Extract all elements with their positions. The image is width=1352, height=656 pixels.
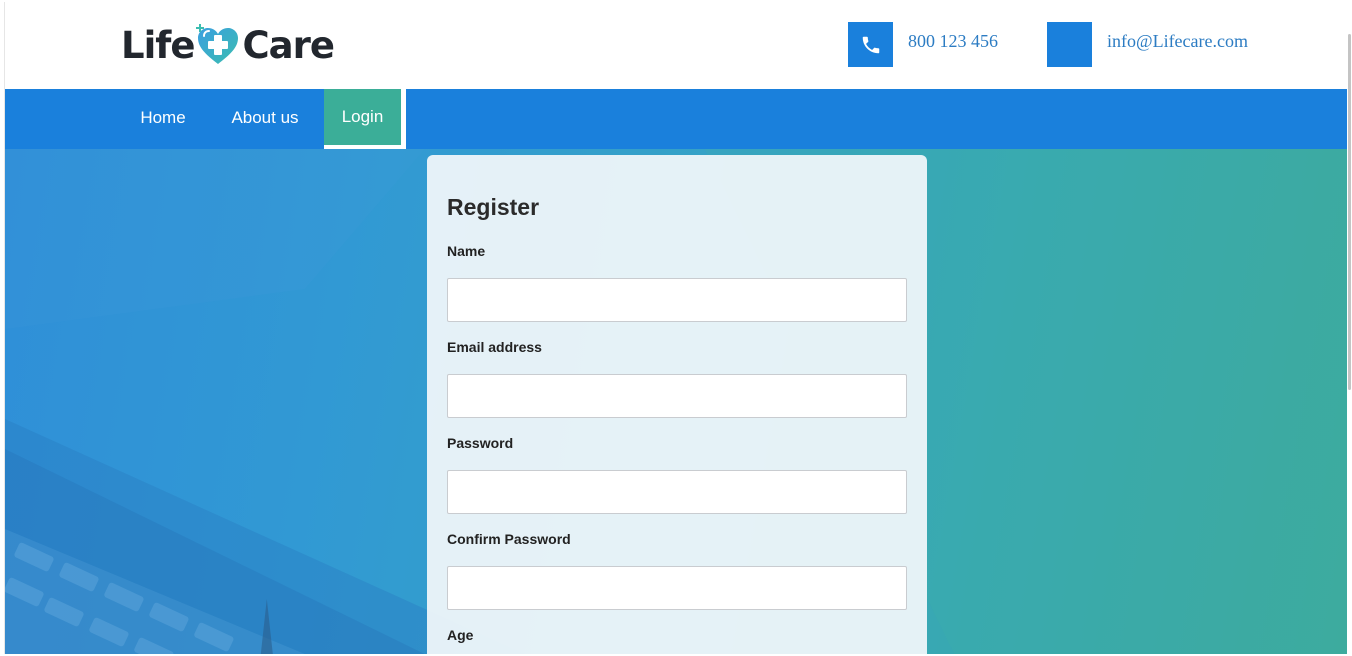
email-address[interactable]: info@Lifecare.com: [1107, 22, 1248, 60]
confirm-password-input[interactable]: [447, 566, 907, 610]
register-title: Register: [447, 194, 540, 220]
email-input[interactable]: [447, 374, 907, 418]
password-label: Password: [447, 435, 514, 451]
age-label: Age: [447, 627, 474, 643]
nav-login[interactable]: Login: [324, 89, 406, 149]
name-label: Name: [447, 243, 486, 259]
phone-icon: [862, 36, 879, 53]
site-header: Life Care 800 123 456 info@Lifecare.com: [5, 2, 1347, 89]
password-input[interactable]: [447, 470, 907, 514]
nav-about-us[interactable]: About us: [211, 89, 319, 149]
heart-cross-icon: [196, 24, 239, 64]
contact-phone: 800 123 456: [848, 22, 998, 67]
page: Life Care 800 123 456 info@Lifecare.com …: [4, 2, 1347, 654]
main-nav: Home About us Login: [5, 89, 1347, 149]
mail-icon: [1047, 22, 1092, 67]
confirm-password-label: Confirm Password: [447, 531, 571, 547]
logo-text-care: Care: [242, 24, 334, 67]
phone-icon-box: [848, 22, 893, 67]
page-scrollbar[interactable]: [1347, 0, 1352, 656]
email-label: Email address: [447, 339, 542, 355]
scrollbar-thumb[interactable]: [1348, 34, 1351, 390]
hero-background: Register Name Email address Password Con…: [5, 149, 1347, 654]
nav-home[interactable]: Home: [121, 89, 205, 149]
name-input[interactable]: [447, 278, 907, 322]
site-logo[interactable]: Life Care: [121, 24, 335, 68]
contact-email: info@Lifecare.com: [1047, 22, 1248, 67]
register-form: Register Name Email address Password Con…: [427, 155, 927, 654]
phone-number[interactable]: 800 123 456: [908, 22, 998, 60]
logo-text-life: Life: [121, 24, 195, 67]
